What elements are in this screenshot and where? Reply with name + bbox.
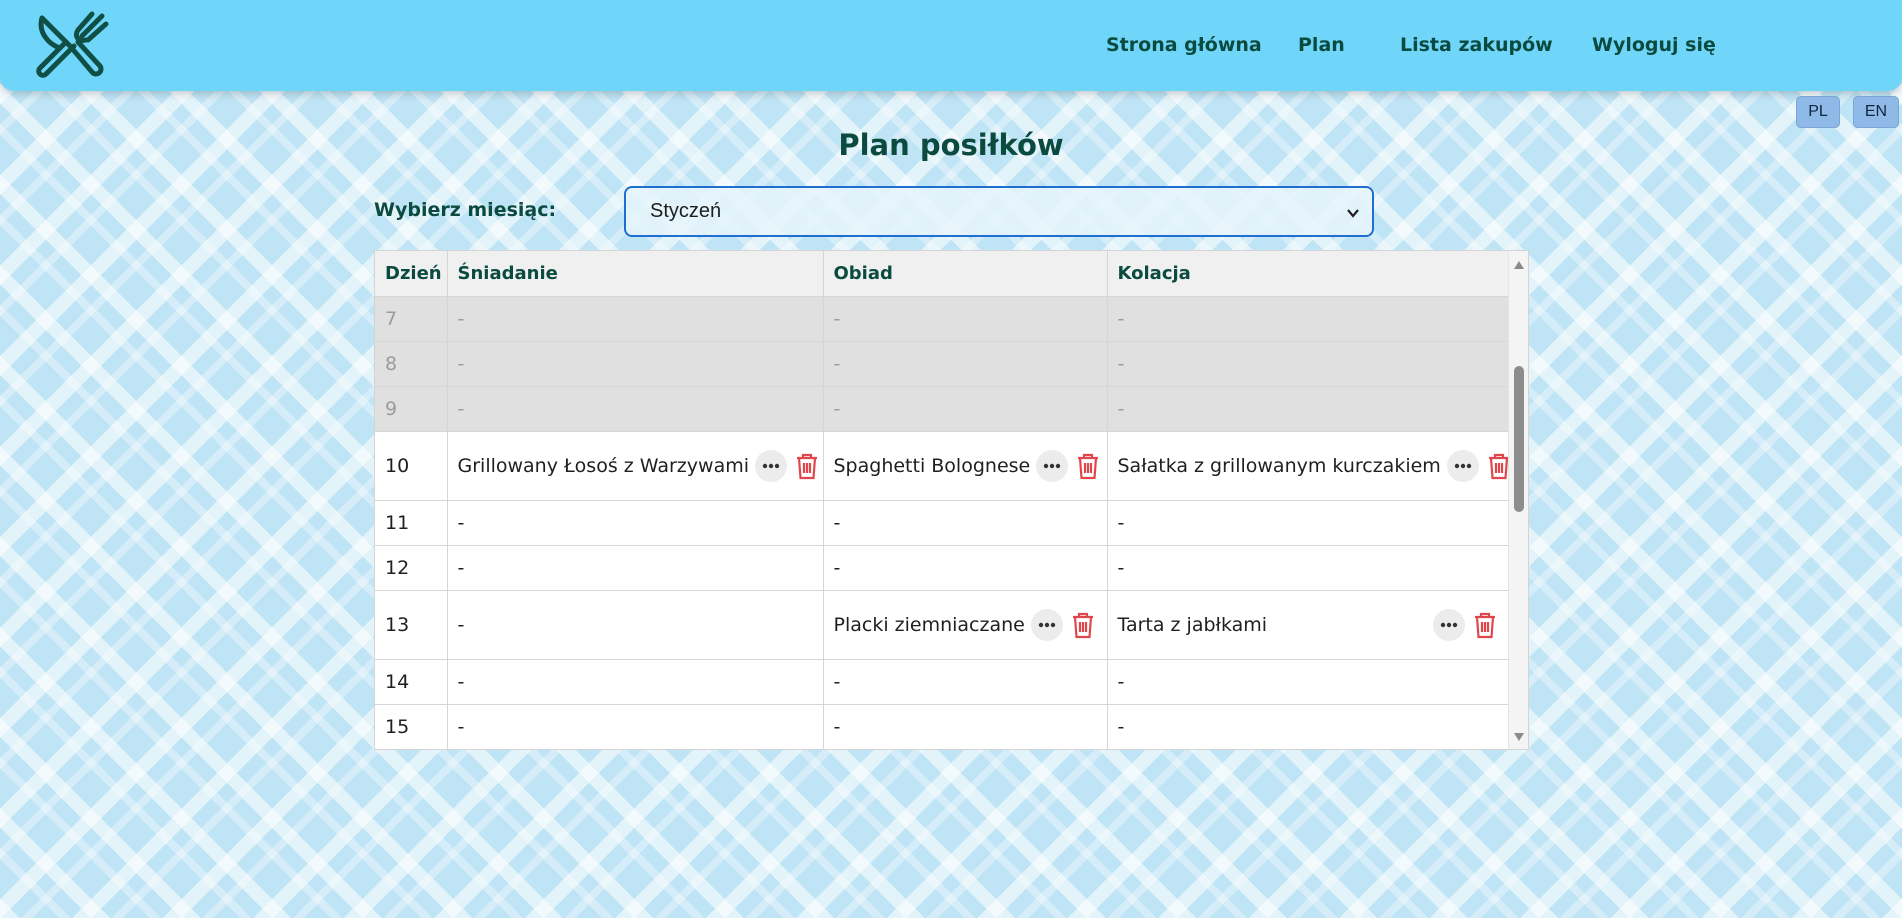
ellipsis-icon: [1038, 622, 1056, 627]
ellipsis-icon: [1440, 622, 1457, 627]
table-row: 12 - - -: [375, 545, 1510, 591]
meal-name[interactable]: Placki ziemniaczane: [834, 614, 1025, 636]
ellipsis-icon: [1044, 463, 1061, 468]
delete-button[interactable]: [1069, 609, 1097, 641]
table-row: 13 - Placki ziemniaczane Tarta z jabłkam…: [375, 590, 1510, 660]
month-select[interactable]: Styczeń: [624, 186, 1374, 237]
lunch-cell: Spaghetti Bolognese: [823, 431, 1108, 501]
trash-icon: [1078, 453, 1099, 479]
more-options-button[interactable]: [1030, 608, 1063, 641]
header-lunch: Obiad: [823, 251, 1108, 297]
lunch-cell: -: [823, 500, 1108, 546]
meal-name[interactable]: Grillowany Łosoś z Warzywami: [458, 455, 750, 477]
month-label: Wybierz miesiąc:: [374, 199, 557, 221]
delete-button[interactable]: [793, 450, 821, 482]
more-options-button[interactable]: [1432, 608, 1465, 641]
more-options-button[interactable]: [755, 449, 787, 482]
dinner-cell: Sałatka z grillowanym kurczakiem: [1107, 431, 1510, 501]
breakfast-cell: -: [447, 659, 824, 705]
delete-button[interactable]: [1074, 450, 1102, 482]
lang-en-button[interactable]: EN: [1853, 96, 1899, 128]
day-cell: 14: [375, 659, 448, 705]
day-cell: 12: [375, 545, 448, 591]
breakfast-cell: -: [447, 704, 824, 749]
lunch-cell: -: [823, 341, 1108, 387]
breakfast-cell: -: [447, 590, 824, 660]
breakfast-cell: -: [447, 500, 824, 546]
trash-icon: [1474, 612, 1495, 638]
day-cell: 10: [375, 431, 448, 501]
fork-knife-icon[interactable]: [34, 10, 110, 82]
trash-icon: [797, 453, 817, 479]
lunch-cell: Placki ziemniaczane: [823, 590, 1108, 660]
table-scrollbar[interactable]: [1508, 251, 1528, 749]
header-dinner: Kolacja: [1107, 251, 1510, 297]
trash-icon: [1072, 612, 1093, 638]
scroll-up-icon[interactable]: [1514, 261, 1524, 269]
more-options-button[interactable]: [1036, 449, 1069, 482]
nav-link-plan[interactable]: Plan: [1298, 34, 1345, 56]
navbar: Strona główna Plan Lista zakupów Wyloguj…: [0, 0, 1902, 91]
table-row: 11 - - -: [375, 500, 1510, 546]
more-options-button[interactable]: [1446, 449, 1479, 482]
month-select-value: Styczeń: [650, 200, 722, 222]
breakfast-cell: Grillowany Łosoś z Warzywami: [447, 431, 824, 501]
table-row: 9 - - -: [375, 386, 1510, 432]
breakfast-cell: -: [447, 296, 824, 342]
day-cell: 11: [375, 500, 448, 546]
scroll-down-icon[interactable]: [1514, 733, 1524, 741]
table-row: 7 - - -: [375, 296, 1510, 342]
dinner-cell: -: [1107, 500, 1510, 546]
day-cell: 7: [375, 296, 448, 342]
meal-name[interactable]: Sałatka z grillowanym kurczakiem: [1118, 455, 1441, 477]
nav-link-home[interactable]: Strona główna: [1106, 34, 1262, 56]
day-cell: 9: [375, 386, 448, 432]
dinner-cell: -: [1107, 386, 1510, 432]
day-cell: 15: [375, 704, 448, 749]
lunch-cell: -: [823, 704, 1108, 749]
table-row: 10 Grillowany Łosoś z Warzywami Spaghett…: [375, 431, 1510, 501]
day-cell: 8: [375, 341, 448, 387]
lunch-cell: -: [823, 659, 1108, 705]
dinner-cell: -: [1107, 296, 1510, 342]
day-cell: 13: [375, 590, 448, 660]
breakfast-cell: -: [447, 341, 824, 387]
lunch-cell: -: [823, 545, 1108, 591]
chevron-down-icon: [1347, 209, 1359, 218]
lunch-cell: -: [823, 296, 1108, 342]
meal-plan-table: Dzień Śniadanie Obiad Kolacja 7 - - - 8 …: [374, 250, 1529, 750]
meal-name[interactable]: Spaghetti Bolognese: [834, 455, 1031, 477]
dinner-cell: -: [1107, 545, 1510, 591]
nav-link-logout[interactable]: Wyloguj się: [1592, 34, 1716, 56]
page-title: Plan posiłków: [838, 128, 1064, 162]
table-row: 14 - - -: [375, 659, 1510, 705]
table-row: 8 - - -: [375, 341, 1510, 387]
dinner-cell: -: [1107, 659, 1510, 705]
ellipsis-icon: [762, 463, 780, 468]
nav-link-shopping-list[interactable]: Lista zakupów: [1400, 34, 1553, 56]
dinner-cell: Tarta z jabłkami: [1107, 590, 1510, 660]
header-breakfast: Śniadanie: [447, 251, 824, 297]
lang-pl-button[interactable]: PL: [1796, 96, 1840, 128]
header-day: Dzień: [375, 251, 448, 297]
meal-name[interactable]: Tarta z jabłkami: [1118, 614, 1268, 636]
lunch-cell: -: [823, 386, 1108, 432]
ellipsis-icon: [1454, 463, 1472, 468]
scroll-thumb[interactable]: [1514, 366, 1524, 512]
breakfast-cell: -: [447, 386, 824, 432]
dinner-cell: -: [1107, 704, 1510, 749]
table-row: 15 - - -: [375, 704, 1510, 749]
delete-button[interactable]: [1471, 609, 1499, 641]
dinner-cell: -: [1107, 341, 1510, 387]
breakfast-cell: -: [447, 545, 824, 591]
